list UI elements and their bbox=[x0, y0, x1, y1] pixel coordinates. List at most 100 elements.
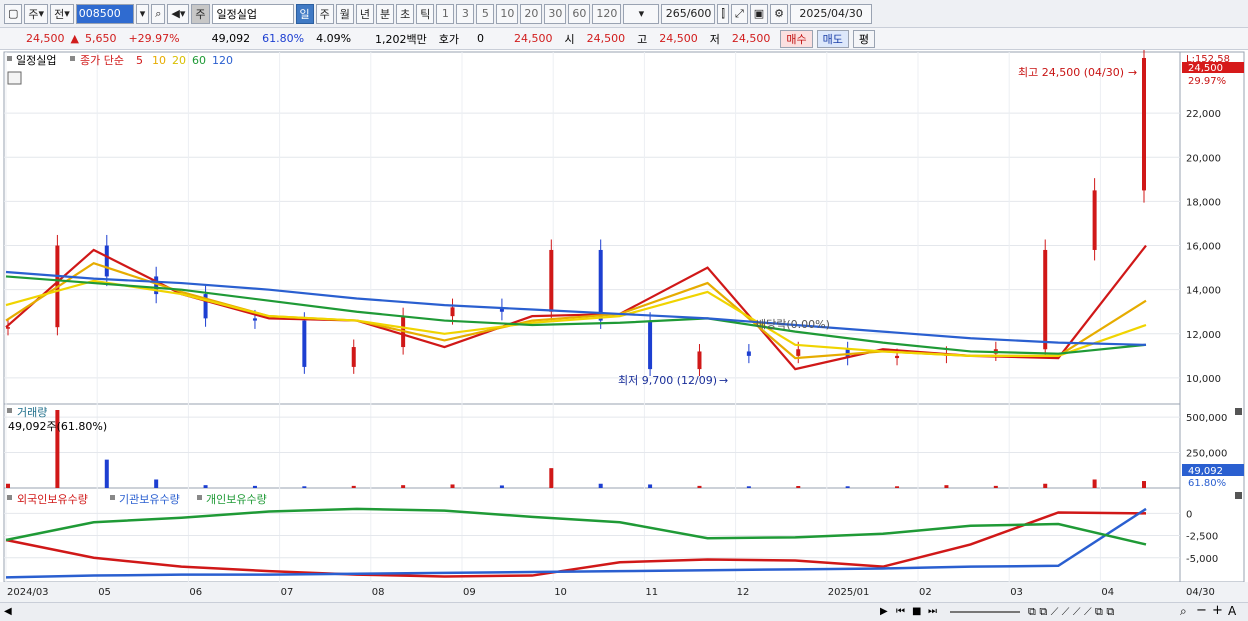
volume-bar bbox=[549, 468, 554, 488]
candle-body bbox=[549, 249, 554, 312]
volume-bar bbox=[302, 486, 307, 488]
volume-bar bbox=[252, 485, 257, 488]
low-price: 24,500 bbox=[731, 32, 771, 45]
trade-amount: 1,202백만 bbox=[375, 32, 427, 46]
legend-square-icon bbox=[7, 408, 12, 413]
volume-panel-close-icon[interactable] bbox=[1235, 408, 1242, 415]
market-select[interactable]: 주 ▾ bbox=[24, 3, 49, 24]
price-y-tick-label: 14,000 bbox=[1186, 286, 1221, 297]
settings-gear-icon[interactable]: ⚙ bbox=[770, 3, 789, 24]
ma10-legend[interactable]: 10 bbox=[152, 54, 166, 67]
open-label: 시 bbox=[564, 32, 575, 46]
volume-pct-badge: 61.80% bbox=[1188, 478, 1226, 489]
x-axis-label: 12 bbox=[737, 587, 750, 598]
sell-button[interactable]: 매도 bbox=[816, 29, 849, 48]
individual-holding-legend[interactable]: 개인보유수량 bbox=[206, 493, 267, 506]
zoom-in-icon[interactable]: + bbox=[1212, 603, 1223, 618]
minute-60-button[interactable]: 60 bbox=[568, 3, 591, 24]
volume-bar bbox=[104, 459, 109, 488]
x-axis-last-label: 04/30 bbox=[1186, 587, 1215, 598]
tool-icons[interactable]: ⧉ ⧉ ⟋ ⟋ ⟋ ⟋ ⧉ ⧉ bbox=[1028, 605, 1114, 619]
grid-table-icon[interactable] bbox=[7, 71, 22, 85]
volume-bar bbox=[1142, 481, 1146, 488]
x-axis-label: 03 bbox=[1010, 587, 1023, 598]
minute-10-button[interactable]: 10 bbox=[496, 3, 519, 24]
draw-tool-icon[interactable]: ⤢ bbox=[730, 3, 748, 24]
volume-bar bbox=[1043, 483, 1048, 488]
volume-y-tick-label: 250,000 bbox=[1186, 449, 1227, 460]
candle-body bbox=[450, 307, 455, 317]
ma5-legend[interactable]: 5 bbox=[136, 54, 143, 67]
stock-name-field[interactable]: 일정실업 bbox=[211, 3, 294, 24]
eval-button[interactable]: 평 bbox=[852, 29, 876, 48]
legend-square-icon bbox=[70, 56, 75, 61]
scroll-right-icon[interactable]: ▶ bbox=[880, 606, 888, 617]
period-year-tab[interactable]: 년 bbox=[355, 3, 375, 24]
ma120-legend[interactable]: 120 bbox=[212, 54, 233, 67]
candle-body bbox=[1142, 58, 1146, 191]
institution-holding-legend[interactable]: 기관보유수량 bbox=[119, 493, 180, 506]
candle-body bbox=[648, 320, 653, 370]
period-minute-tab[interactable]: 분 bbox=[376, 3, 395, 24]
minute-3-button[interactable]: 3 bbox=[456, 3, 475, 24]
candle-body bbox=[104, 245, 109, 277]
ma60-legend[interactable]: 60 bbox=[192, 54, 206, 67]
speaker-icon[interactable]: ◀▾ bbox=[167, 3, 190, 24]
legend-square-icon bbox=[197, 495, 202, 500]
interval-select[interactable]: ▾ bbox=[623, 3, 660, 24]
scroll-left-icon[interactable]: ◀ bbox=[4, 606, 12, 617]
chart-area[interactable]: 22,000 20,000 18,000 16,000 14,000 12,000 10,0… bbox=[0, 50, 1248, 602]
price-y-tick-label: 22,000 bbox=[1186, 109, 1221, 120]
font-size-icon[interactable]: A bbox=[1228, 604, 1236, 618]
minute-1-button[interactable]: 1 bbox=[436, 3, 455, 24]
prev-button[interactable]: 전 ▾ bbox=[50, 3, 74, 24]
minute-5-button[interactable]: 5 bbox=[476, 3, 495, 24]
legend-square-icon bbox=[7, 56, 12, 61]
zoom-search-icon[interactable]: ⌕ bbox=[1180, 604, 1187, 619]
period-second-tab[interactable]: 초 bbox=[396, 3, 415, 24]
high-arrow-icon: → bbox=[1128, 66, 1137, 79]
foreign-holding-legend[interactable]: 외국인보유수량 bbox=[17, 493, 88, 506]
holding-y-tick-label: -5,000 bbox=[1186, 554, 1218, 565]
x-axis-label: 11 bbox=[645, 587, 658, 598]
stop-icon[interactable]: ■ bbox=[912, 606, 921, 617]
period-month-tab[interactable]: 월 bbox=[335, 3, 354, 24]
volume-bar bbox=[203, 485, 208, 488]
minute-120-button[interactable]: 120 bbox=[592, 3, 622, 24]
up-arrow-icon: ▲ bbox=[70, 32, 79, 45]
save-icon[interactable]: ▣ bbox=[749, 3, 769, 24]
current-price: 24,500 bbox=[26, 32, 65, 45]
count-field[interactable]: 265/600 bbox=[661, 3, 716, 24]
stock-code-input[interactable] bbox=[75, 3, 134, 24]
volume-title[interactable]: 거래량 bbox=[17, 406, 47, 419]
period-tick-tab[interactable]: 틱 bbox=[416, 3, 435, 24]
period-day-tab[interactable]: 일 bbox=[295, 3, 314, 24]
volume-bar bbox=[746, 486, 751, 488]
search-icon[interactable]: ⌕ bbox=[151, 3, 166, 24]
volume-value-label: 49,092주(61.80%) bbox=[8, 420, 107, 433]
volume-bar bbox=[598, 483, 603, 488]
zoom-slider[interactable] bbox=[950, 611, 1020, 613]
x-axis-label: 04 bbox=[1101, 587, 1114, 598]
minute-30-button[interactable]: 30 bbox=[544, 3, 567, 24]
last-page-icon[interactable]: ⏭ bbox=[928, 606, 937, 617]
ma20-legend[interactable]: 20 bbox=[172, 54, 186, 67]
date-field[interactable]: 2025/04/30 bbox=[790, 3, 873, 24]
price-legend-name[interactable]: 일정실업 bbox=[16, 53, 56, 67]
candle-body bbox=[252, 318, 257, 321]
ma-legend-label[interactable]: 종가 단순 bbox=[80, 54, 124, 67]
code-dropdown-icon[interactable]: ▾ bbox=[135, 3, 150, 24]
holding-panel-close-icon[interactable] bbox=[1235, 492, 1242, 499]
layout-icon[interactable]: ▢ bbox=[4, 3, 23, 24]
candle-type-icon[interactable]: ⫿ bbox=[717, 3, 729, 24]
open-price: 24,500 bbox=[586, 32, 626, 45]
buy-button[interactable]: 매수 bbox=[780, 29, 813, 48]
first-page-icon[interactable]: ⏮ bbox=[896, 606, 905, 617]
volume-bar bbox=[993, 485, 998, 488]
period-week-tab[interactable]: 주 bbox=[315, 3, 334, 24]
x-axis-area bbox=[0, 582, 1248, 602]
volume-bar bbox=[895, 486, 900, 488]
turnover-rate: 4.09% bbox=[316, 32, 352, 45]
zoom-out-icon[interactable]: − bbox=[1196, 603, 1207, 618]
minute-20-button[interactable]: 20 bbox=[520, 3, 543, 24]
